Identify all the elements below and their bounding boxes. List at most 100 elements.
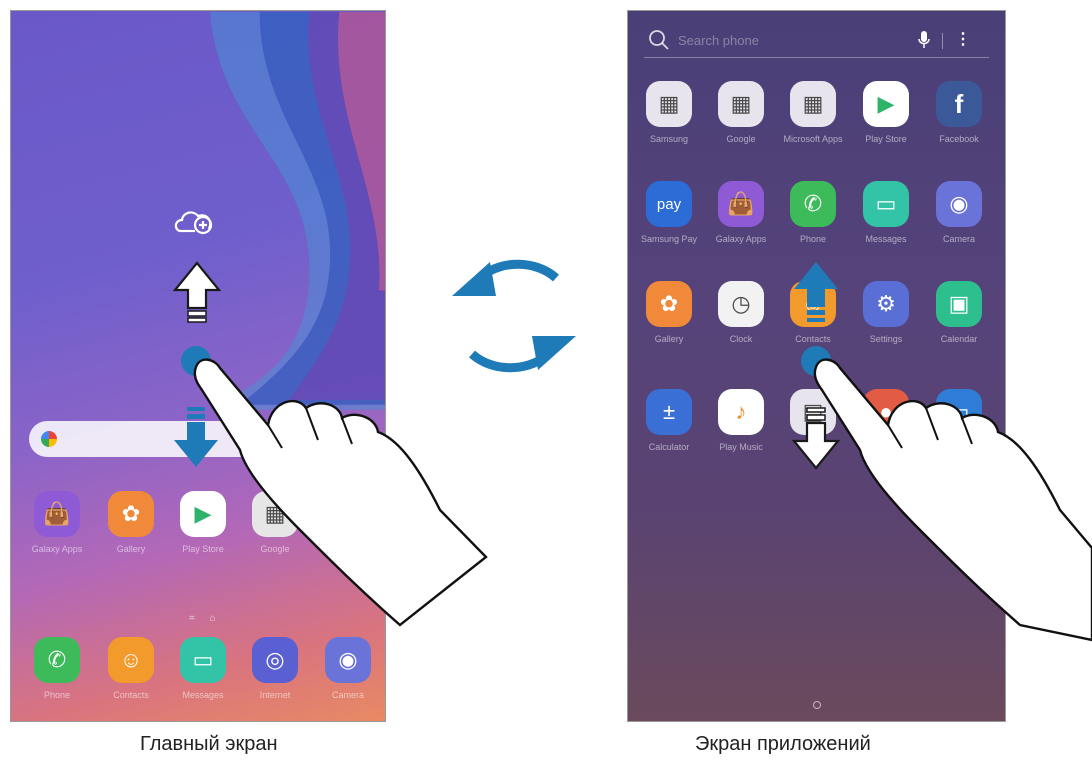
app-grid-facebook-icon[interactable]: f Facebook bbox=[924, 81, 994, 145]
cloud-add-icon bbox=[174, 211, 213, 235]
app-label: Google bbox=[726, 134, 756, 144]
dock-app-phone-icon[interactable]: ✆ Phone bbox=[22, 637, 92, 701]
notes-icon: ▤ bbox=[790, 389, 836, 435]
play-store-icon: ▶ bbox=[863, 81, 909, 127]
play-store-icon: ▶ bbox=[180, 491, 226, 537]
microphone-icon[interactable] bbox=[917, 29, 931, 51]
phone-icon: ✆ bbox=[790, 181, 836, 227]
search-placeholder: Search phone bbox=[678, 33, 759, 48]
app-label: Galaxy Apps bbox=[715, 234, 767, 244]
app-label: Contacts bbox=[795, 334, 831, 344]
search-bar[interactable]: Search phone ⋮ bbox=[644, 25, 989, 58]
app-grid-calculator-icon[interactable]: ± Calculator bbox=[634, 389, 704, 453]
dock-app-messages-icon[interactable]: ▭ Messages bbox=[168, 637, 238, 701]
page-indicator-dot bbox=[813, 701, 821, 709]
home-app-gallery-icon[interactable]: ✿ Gallery bbox=[96, 491, 166, 555]
app-label: Phone bbox=[799, 234, 827, 244]
settings-icon: ⚙ bbox=[863, 281, 909, 327]
app-label: Contacts bbox=[113, 690, 149, 700]
app-label: Phone bbox=[43, 690, 71, 700]
phone-icon: ✆ bbox=[34, 637, 80, 683]
gallery-icon: ✿ bbox=[108, 491, 154, 537]
app-grid-clock-icon[interactable]: ◷ Clock bbox=[706, 281, 776, 345]
messages-icon: ▭ bbox=[863, 181, 909, 227]
apps-screen: Search phone ⋮ ▦ Samsung ▦ Google ▦ Microsoft… bbox=[627, 10, 1006, 722]
messages-icon: ▭ bbox=[180, 637, 226, 683]
app-grid-phone-icon[interactable]: ✆ Phone bbox=[778, 181, 848, 245]
contacts-icon: ☺ bbox=[790, 281, 836, 327]
app-grid-contacts-icon[interactable]: ☺ Contacts bbox=[778, 281, 848, 345]
app-label: Messages bbox=[182, 690, 224, 700]
contacts-icon: ☺ bbox=[108, 637, 154, 683]
search-icon bbox=[649, 30, 669, 50]
internet-icon: ◎ bbox=[252, 637, 298, 683]
app-grid-settings-icon[interactable]: ⚙ Settings bbox=[851, 281, 921, 345]
app-label: Google bbox=[260, 544, 290, 554]
galaxy-apps-icon: 👜 bbox=[34, 491, 80, 537]
samsung-folder-icon: ▦ bbox=[646, 81, 692, 127]
app-label: Play Store bbox=[865, 134, 907, 144]
app-grid-galaxy-apps-icon[interactable]: 👜 Galaxy Apps bbox=[706, 181, 776, 245]
gallery-icon: ✿ bbox=[646, 281, 692, 327]
app-label: Play Store bbox=[182, 544, 224, 554]
more-options-icon[interactable]: ⋮ bbox=[955, 29, 971, 49]
app-grid-messages-icon[interactable]: ▭ Messages bbox=[851, 181, 921, 245]
galaxy-apps-icon: 👜 bbox=[718, 181, 764, 227]
app-label: Messages bbox=[865, 234, 907, 244]
page-indicator: = ⌂ bbox=[189, 613, 222, 624]
google-icon bbox=[41, 431, 57, 447]
play-music-icon: ♪ bbox=[718, 389, 764, 435]
dock-app-contacts-icon[interactable]: ☺ Contacts bbox=[96, 637, 166, 701]
app-grid-app-icon[interactable]: ● bbox=[851, 389, 921, 442]
app-label: Camera bbox=[942, 234, 975, 244]
app-grid-my-files-icon[interactable]: ▭ bbox=[924, 389, 994, 442]
app-label: Gallery bbox=[116, 544, 146, 554]
apps-screen-caption: Экран приложений bbox=[695, 733, 871, 755]
app-label: Internet bbox=[259, 690, 291, 700]
home-app-play-store-icon[interactable]: ▶ Play Store bbox=[168, 491, 238, 555]
app-icon: ● bbox=[863, 389, 909, 435]
camera-icon: ◉ bbox=[936, 181, 982, 227]
camera-icon: ◉ bbox=[325, 637, 371, 683]
calendar-icon: ▣ bbox=[936, 281, 982, 327]
home-screen-caption: Главный экран bbox=[140, 733, 278, 755]
app-label: Samsung Pay bbox=[640, 234, 698, 244]
dock-app-camera-icon[interactable]: ◉ Camera bbox=[313, 637, 383, 701]
app-label: Settings bbox=[869, 334, 903, 344]
facebook-icon: f bbox=[936, 81, 982, 127]
clock-icon: ◷ bbox=[718, 281, 764, 327]
app-grid-calendar-icon[interactable]: ▣ Calendar bbox=[924, 281, 994, 345]
app-label: Galaxy Apps bbox=[31, 544, 83, 554]
app-grid-notes-icon[interactable]: ▤ bbox=[778, 389, 848, 442]
app-grid-gallery-icon[interactable]: ✿ Gallery bbox=[634, 281, 704, 345]
app-grid-microsoft-folder-icon[interactable]: ▦ Microsoft Apps bbox=[778, 81, 848, 145]
app-grid-camera-icon[interactable]: ◉ Camera bbox=[924, 181, 994, 245]
app-label: Gallery bbox=[654, 334, 684, 344]
app-label: Play Music bbox=[719, 442, 763, 452]
home-app-google-folder-icon[interactable]: ▦ Google bbox=[240, 491, 310, 555]
app-label: Calculator bbox=[648, 442, 690, 452]
app-label: Microsoft Apps bbox=[783, 134, 843, 144]
app-label: Camera bbox=[331, 690, 364, 700]
home-screen: = ⌂ 👜 Galaxy Apps ✿ Gallery ▶ Play Store ▦ Goog… bbox=[10, 10, 386, 722]
calculator-icon: ± bbox=[646, 389, 692, 435]
app-label: Facebook bbox=[939, 134, 979, 144]
app-label: Clock bbox=[729, 334, 753, 344]
app-label: Calendar bbox=[940, 334, 978, 344]
app-grid-play-store-icon[interactable]: ▶ Play Store bbox=[851, 81, 921, 145]
home-app-galaxy-apps-icon[interactable]: 👜 Galaxy Apps bbox=[22, 491, 92, 555]
divider bbox=[942, 33, 943, 49]
app-label: Samsung bbox=[649, 134, 689, 144]
google-folder-icon: ▦ bbox=[718, 81, 764, 127]
google-folder-icon: ▦ bbox=[252, 491, 298, 537]
app-grid-samsung-pay-icon[interactable]: pay Samsung Pay bbox=[634, 181, 704, 245]
microsoft-folder-icon: ▦ bbox=[790, 81, 836, 127]
switch-arrows-icon bbox=[452, 259, 576, 373]
app-grid-google-folder-icon[interactable]: ▦ Google bbox=[706, 81, 776, 145]
app-grid-play-music-icon[interactable]: ♪ Play Music bbox=[706, 389, 776, 453]
my-files-icon: ▭ bbox=[936, 389, 982, 435]
samsung-pay-icon: pay bbox=[646, 181, 692, 227]
app-grid-samsung-folder-icon[interactable]: ▦ Samsung bbox=[634, 81, 704, 145]
google-search-bar[interactable] bbox=[29, 421, 359, 457]
dock-app-internet-icon[interactable]: ◎ Internet bbox=[240, 637, 310, 701]
